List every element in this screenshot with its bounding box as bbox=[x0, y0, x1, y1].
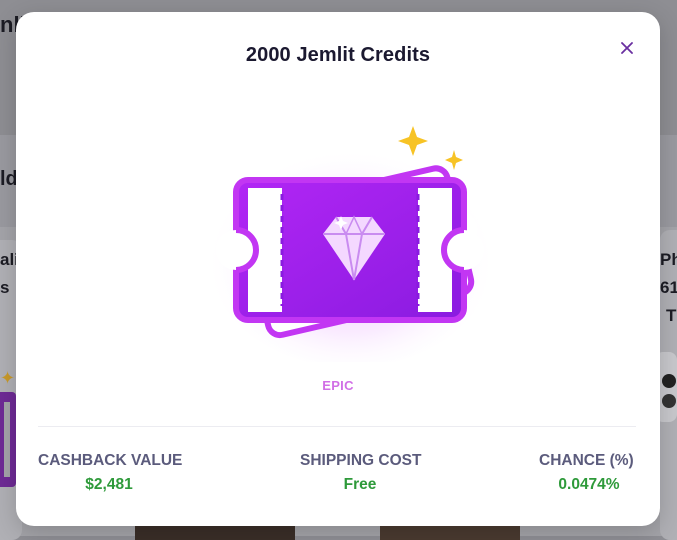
background-text: Ph bbox=[660, 250, 677, 269]
item-detail-modal: 2000 Jemlit Credits EPIC CASHBACK VALUE … bbox=[16, 12, 660, 526]
stat-label: SHIPPING COST bbox=[300, 452, 422, 469]
stat-label: CASHBACK VALUE bbox=[38, 452, 183, 469]
stat-label: CHANCE (%) bbox=[539, 452, 634, 469]
ticket-hole bbox=[4, 402, 10, 477]
stat-value: $2,481 bbox=[85, 476, 133, 493]
ticket-diamond-icon bbox=[206, 126, 496, 362]
stat-chance: CHANCE (%) 0.0474% bbox=[539, 452, 639, 494]
background-text: T bbox=[666, 306, 677, 325]
stat-shipping-cost: SHIPPING COST Free bbox=[300, 452, 422, 494]
close-button[interactable] bbox=[615, 36, 639, 60]
modal-title: 2000 Jemlit Credits bbox=[245, 44, 431, 66]
camera-lens bbox=[662, 394, 676, 408]
sparkle-icon: ✦ bbox=[0, 368, 16, 388]
background-text: 612 bbox=[660, 278, 677, 297]
stat-cashback-value: CASHBACK VALUE $2,481 bbox=[38, 452, 183, 494]
divider bbox=[38, 426, 636, 427]
close-icon bbox=[621, 42, 633, 54]
rarity-label: EPIC bbox=[322, 378, 354, 393]
stat-value: Free bbox=[343, 476, 377, 493]
stat-value: 0.0474% bbox=[558, 476, 620, 493]
camera-lens bbox=[662, 374, 676, 388]
background-text: s bbox=[0, 278, 10, 297]
